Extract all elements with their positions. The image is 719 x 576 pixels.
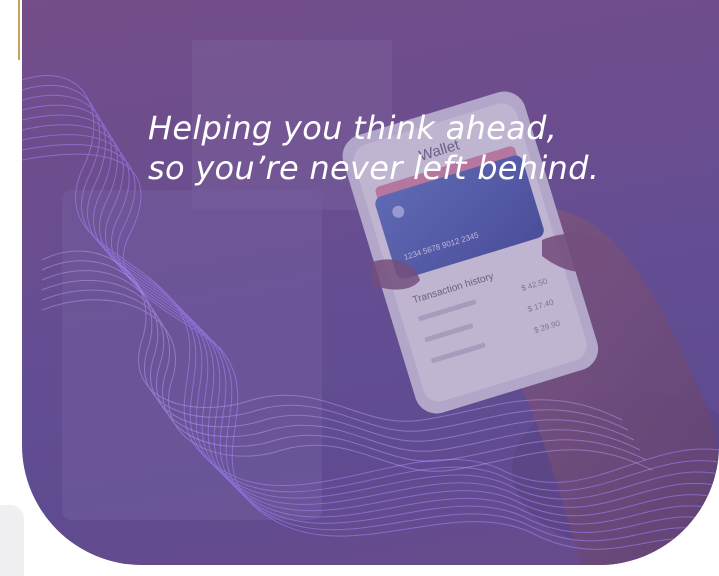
hero-headline: Helping you think ahead, so you’re never… (148, 108, 668, 188)
accent-rule (18, 0, 20, 60)
headline-line-2: so you’re never left behind. (148, 149, 600, 187)
hero-banner: Wallet 1234 5678 9012 2345 Transaction h… (22, 0, 719, 565)
hero-image: Wallet 1234 5678 9012 2345 Transaction h… (22, 0, 719, 565)
headline-line-1: Helping you think ahead, (148, 109, 558, 147)
side-card-edge (0, 505, 24, 576)
page: Wallet 1234 5678 9012 2345 Transaction h… (0, 0, 719, 576)
